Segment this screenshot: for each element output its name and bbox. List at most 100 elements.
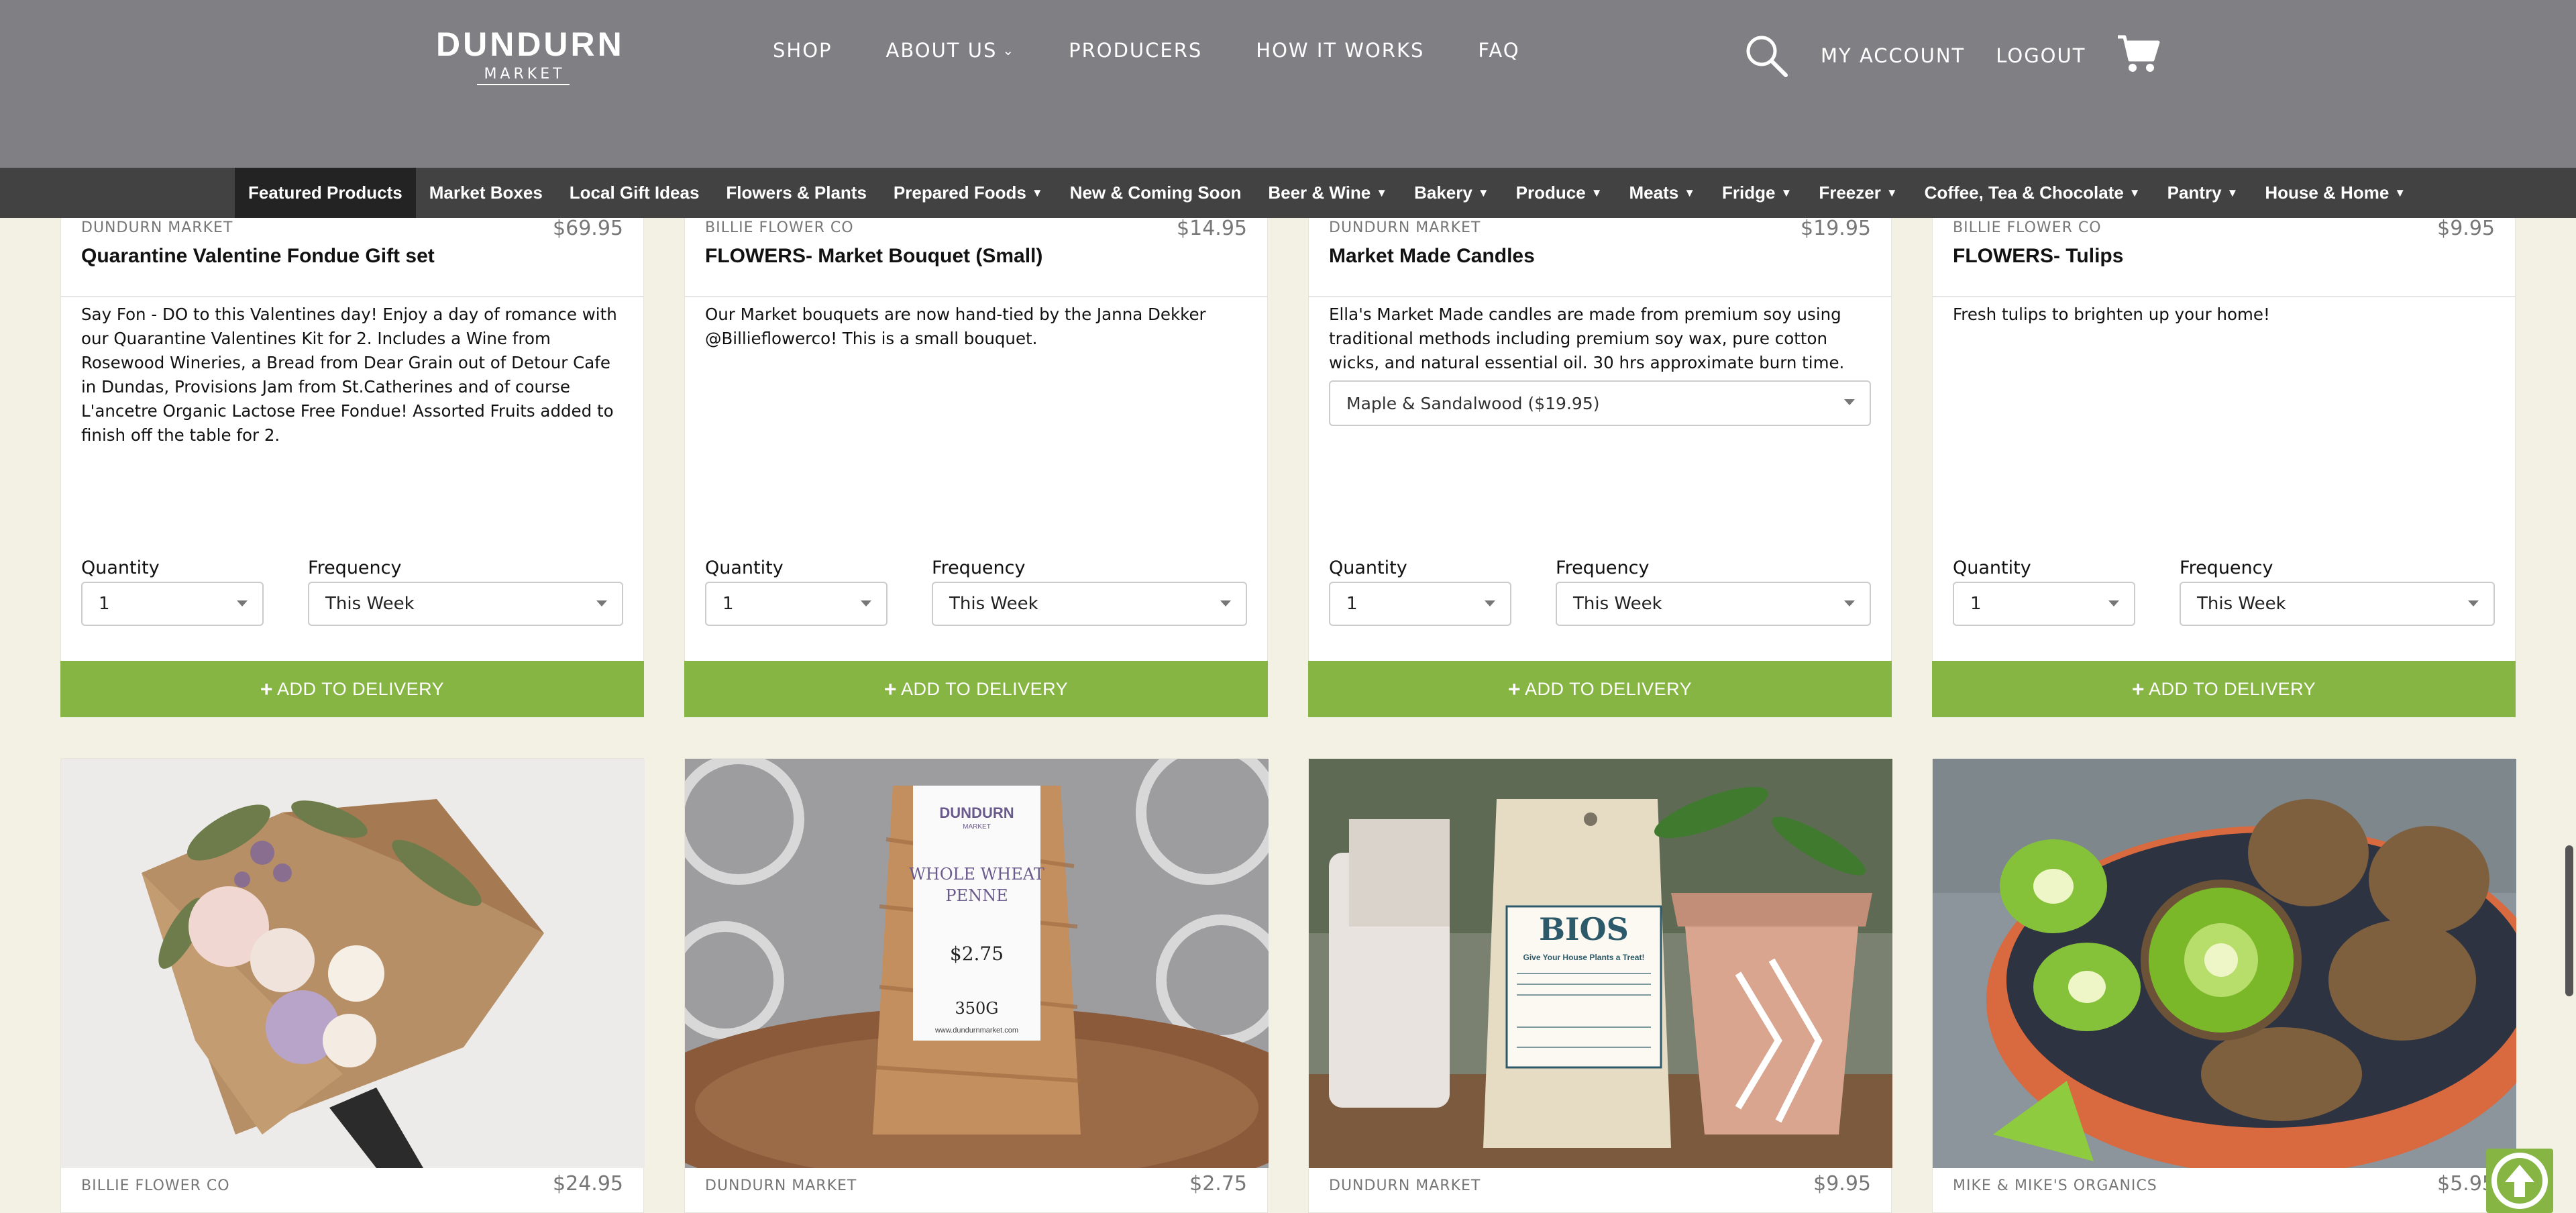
back-to-top-button[interactable]: [2486, 1149, 2553, 1213]
bag-brand: DUNDURN: [939, 804, 1014, 821]
frequency-label: Frequency: [932, 558, 1026, 578]
add-to-delivery-button[interactable]: + ADD TO DELIVERY: [1932, 661, 2516, 717]
category-prepared-foods[interactable]: Prepared Foods ▼: [880, 168, 1057, 218]
frequency-select[interactable]: This Week: [1556, 582, 1871, 626]
chevron-down-icon: [861, 600, 871, 606]
category-house-home[interactable]: House & Home ▼: [2251, 168, 2419, 218]
producer-name[interactable]: MIKE & MIKE'S ORGANICS: [1953, 1177, 2157, 1194]
nav-how-it-works[interactable]: HOW IT WORKS: [1256, 39, 1424, 62]
category-bakery[interactable]: Bakery ▼: [1401, 168, 1503, 218]
caret-down-icon: ▼: [1376, 186, 1388, 199]
category-pantry[interactable]: Pantry ▼: [2154, 168, 2252, 218]
add-to-delivery-button[interactable]: + ADD TO DELIVERY: [1308, 661, 1892, 717]
quantity-select[interactable]: 1: [81, 582, 264, 626]
category-beer-wine[interactable]: Beer & Wine ▼: [1254, 168, 1401, 218]
product-card: BILLIE FLOWER CO $14.95 FLOWERS- Market …: [684, 201, 1268, 717]
category-market-boxes[interactable]: Market Boxes: [416, 168, 556, 218]
divider: [685, 296, 1267, 297]
cart-icon[interactable]: [2116, 33, 2161, 74]
category-label: Coffee, Tea & Chocolate: [1924, 182, 2124, 203]
scrollbar-thumb[interactable]: [2565, 845, 2573, 996]
product-name[interactable]: Quarantine Valentine Fondue Gift set: [81, 245, 435, 268]
product-price: $14.95: [1177, 217, 1247, 240]
page-scrollbar[interactable]: [2561, 168, 2576, 1213]
flower-bouquet-image[interactable]: [61, 759, 645, 1168]
chevron-down-icon: [237, 600, 248, 606]
category-label: New & Coming Soon: [1069, 182, 1242, 203]
category-flowers-plants[interactable]: Flowers & Plants: [712, 168, 880, 218]
quantity-label: Quantity: [705, 558, 784, 578]
producer-name[interactable]: DUNDURN MARKET: [81, 219, 233, 236]
product-card: BIOS Give Your House Plants a Treat! DUN…: [1308, 758, 1892, 1213]
logout-link[interactable]: LOGOUT: [1996, 44, 2086, 67]
frequency-label: Frequency: [2180, 558, 2273, 578]
kiwi-bowl-image[interactable]: [1933, 759, 2516, 1168]
producer-name[interactable]: DUNDURN MARKET: [1329, 1177, 1481, 1194]
frequency-value: This Week: [1573, 594, 1662, 614]
site-logo[interactable]: DUNDURN MARKET: [436, 25, 622, 85]
category-meats[interactable]: Meats ▼: [1616, 168, 1709, 218]
product-description: Say Fon - DO to this Valentines day! Enj…: [81, 305, 617, 445]
frequency-select[interactable]: This Week: [308, 582, 623, 626]
category-label: Prepared Foods: [893, 182, 1026, 203]
my-account-link[interactable]: MY ACCOUNT: [1821, 44, 1965, 67]
quantity-label: Quantity: [1329, 558, 1407, 578]
add-to-delivery-button[interactable]: + ADD TO DELIVERY: [684, 661, 1268, 717]
product-name[interactable]: FLOWERS- Market Bouquet (Small): [705, 245, 1042, 268]
nav-faq[interactable]: FAQ: [1478, 39, 1519, 62]
category-label: Pantry: [2167, 182, 2222, 203]
add-to-delivery-button[interactable]: + ADD TO DELIVERY: [60, 661, 644, 717]
product-card: BILLIE FLOWER CO $9.95 FLOWERS- Tulips F…: [1932, 201, 2516, 717]
caret-down-icon: ▼: [1886, 186, 1898, 199]
product-name[interactable]: Market Made Candles: [1329, 245, 1535, 268]
site-header: DUNDURN MARKET SHOP ABOUT US ⌄ PRODUCERS …: [0, 0, 2576, 168]
bag-product-name-2: PENNE: [945, 886, 1008, 905]
category-fridge[interactable]: Fridge ▼: [1709, 168, 1805, 218]
product-price: $69.95: [553, 217, 623, 240]
chevron-down-icon: [1844, 600, 1855, 606]
category-label: Beer & Wine: [1268, 182, 1371, 203]
add-button-label: ADD TO DELIVERY: [2149, 678, 2316, 699]
bag-weight: 350G: [955, 999, 999, 1018]
nav-producers[interactable]: PRODUCERS: [1069, 39, 1202, 62]
product-card: BILLIE FLOWER CO $24.95: [60, 758, 645, 1213]
frequency-select[interactable]: This Week: [2180, 582, 2495, 626]
nav-shop-label: SHOP: [773, 39, 833, 62]
category-produce[interactable]: Produce ▼: [1503, 168, 1616, 218]
frequency-select[interactable]: This Week: [932, 582, 1247, 626]
plus-icon: +: [2131, 676, 2145, 701]
producer-name[interactable]: BILLIE FLOWER CO: [705, 219, 854, 236]
producer-name[interactable]: DUNDURN MARKET: [705, 1177, 857, 1194]
divider: [1933, 296, 2515, 297]
nav-about-us[interactable]: ABOUT US ⌄: [886, 39, 1016, 62]
nav-shop[interactable]: SHOP: [773, 39, 833, 62]
producer-name[interactable]: BILLIE FLOWER CO: [81, 1177, 230, 1194]
category-label: Produce: [1515, 182, 1586, 203]
quantity-select[interactable]: 1: [1953, 582, 2135, 626]
pouch-brand: BIOS: [1539, 911, 1629, 947]
category-local-gift-ideas[interactable]: Local Gift Ideas: [556, 168, 713, 218]
bag-url: www.dundurnmarket.com: [934, 1026, 1018, 1035]
category-label: Flowers & Plants: [726, 182, 867, 203]
producer-name[interactable]: DUNDURN MARKET: [1329, 219, 1481, 236]
variant-select[interactable]: Maple & Sandalwood ($19.95): [1329, 380, 1871, 426]
search-icon[interactable]: [1744, 34, 1788, 78]
category-coffee-tea-chocolate[interactable]: Coffee, Tea & Chocolate ▼: [1911, 168, 2154, 218]
category-freezer[interactable]: Freezer ▼: [1805, 168, 1911, 218]
quantity-value: 1: [99, 594, 110, 614]
producer-name[interactable]: BILLIE FLOWER CO: [1953, 219, 2102, 236]
plus-icon: +: [883, 676, 898, 701]
chevron-down-icon: [1485, 600, 1495, 606]
caret-down-icon: ▼: [1477, 186, 1489, 199]
quantity-select[interactable]: 1: [705, 582, 888, 626]
penne-pasta-bag-image[interactable]: DUNDURN MARKET WHOLE WHEAT PENNE $2.75 3…: [685, 759, 1269, 1168]
category-featured-products[interactable]: Featured Products: [235, 168, 416, 218]
quantity-select[interactable]: 1: [1329, 582, 1511, 626]
product-price: $9.95: [2437, 217, 2495, 240]
nav-about-us-label: ABOUT US: [885, 39, 998, 62]
category-new-coming-soon[interactable]: New & Coming Soon: [1057, 168, 1255, 218]
add-button-label: ADD TO DELIVERY: [901, 678, 1069, 699]
bios-plant-food-pouch-image[interactable]: BIOS Give Your House Plants a Treat!: [1309, 759, 1892, 1168]
product-name[interactable]: FLOWERS- Tulips: [1953, 245, 2123, 268]
caret-down-icon: ▼: [1031, 186, 1043, 199]
